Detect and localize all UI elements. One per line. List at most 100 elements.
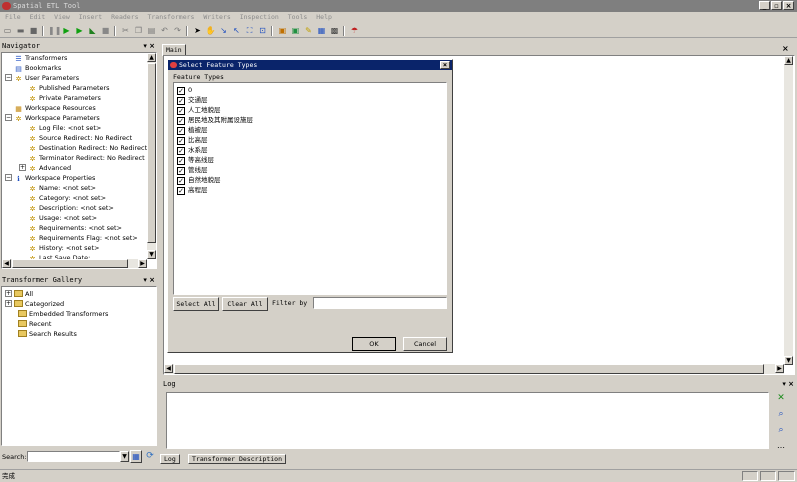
refresh-icon[interactable]: ⟳ bbox=[144, 450, 156, 463]
checkbox-checked[interactable]: ✓ bbox=[177, 87, 185, 95]
step-icon[interactable]: ▶ bbox=[74, 25, 85, 36]
cut-icon[interactable]: ✂ bbox=[120, 25, 131, 36]
connect-icon[interactable]: ↘ bbox=[218, 25, 229, 36]
main-close-icon[interactable]: × bbox=[782, 44, 789, 53]
inspect-icon[interactable]: ▦ bbox=[316, 25, 327, 36]
checkbox-checked[interactable]: ✓ bbox=[177, 97, 185, 105]
run-to-icon[interactable]: ◣ bbox=[87, 25, 98, 36]
tree-item-description[interactable]: ✲ Description: <not set> bbox=[28, 203, 114, 213]
find-icon[interactable]: ⌕ bbox=[774, 409, 788, 421]
tab-transformer-description[interactable]: Transformer Description bbox=[188, 454, 287, 464]
gallery-item-embedded[interactable]: Embedded Transformers bbox=[18, 309, 108, 319]
gallery-item-categorized[interactable]: Categorized bbox=[14, 299, 64, 309]
add-reader-icon[interactable]: ▣ bbox=[277, 25, 288, 36]
scroll-right-icon[interactable]: ▶ bbox=[775, 364, 784, 373]
checkbox-checked[interactable]: ✓ bbox=[177, 147, 185, 155]
menu-readers[interactable]: Readers bbox=[111, 12, 138, 23]
tab-log[interactable]: Log bbox=[160, 454, 180, 464]
navigator-vertical-scrollbar[interactable]: ▲ ▼ bbox=[147, 53, 156, 259]
annotation-icon[interactable]: ✎ bbox=[303, 25, 314, 36]
menu-file[interactable]: File bbox=[5, 12, 21, 23]
pause-icon[interactable]: ❚❚ bbox=[48, 25, 61, 36]
find-next-icon[interactable]: ⌕ bbox=[774, 425, 788, 437]
scroll-down-icon[interactable]: ▼ bbox=[147, 250, 156, 259]
collapse-toggle[interactable]: − bbox=[5, 114, 12, 121]
close-button[interactable]: × bbox=[783, 1, 794, 10]
menu-transformers[interactable]: Transformers bbox=[147, 12, 194, 23]
search-dropdown-icon[interactable]: ▼ bbox=[120, 451, 129, 462]
feature-item[interactable]: ✓ 自然地貌层 bbox=[177, 175, 221, 185]
open-icon[interactable]: ▬ bbox=[15, 25, 26, 36]
stop-icon[interactable]: ■ bbox=[100, 25, 111, 36]
feature-item[interactable]: ✓ 人工地貌层 bbox=[177, 105, 221, 115]
scroll-up-icon[interactable]: ▲ bbox=[147, 53, 156, 62]
tree-item-history[interactable]: ✲ History: <not set> bbox=[28, 243, 100, 253]
tree-item-category[interactable]: ✲ Category: <not set> bbox=[28, 193, 106, 203]
minimize-button[interactable]: _ bbox=[759, 1, 770, 10]
expand-toggle[interactable]: + bbox=[19, 164, 26, 171]
tree-item-source-redirect[interactable]: ✲ Source Redirect: No Redirect bbox=[28, 133, 133, 143]
expand-toggle[interactable]: + bbox=[5, 300, 12, 307]
tree-item-transformers[interactable]: ☰ Transformers bbox=[14, 53, 67, 63]
grid-icon[interactable]: ▩ bbox=[329, 25, 340, 36]
tree-item-bookmarks[interactable]: ▤ Bookmarks bbox=[14, 63, 61, 73]
menu-help[interactable]: Help bbox=[316, 12, 332, 23]
tree-item-destination-redirect[interactable]: ✲ Destination Redirect: No Redirect bbox=[28, 143, 148, 153]
scroll-up-icon[interactable]: ▲ bbox=[784, 56, 793, 65]
tree-item-workspace-resources[interactable]: ▦ Workspace Resources bbox=[14, 103, 96, 113]
feature-item[interactable]: ✓ 交通层 bbox=[177, 95, 208, 105]
checkbox-checked[interactable]: ✓ bbox=[177, 167, 185, 175]
menu-view[interactable]: View bbox=[54, 12, 70, 23]
feature-item[interactable]: ✓ 管线层 bbox=[177, 165, 208, 175]
cancel-button[interactable]: Cancel bbox=[403, 337, 447, 351]
new-icon[interactable]: ▭ bbox=[2, 25, 13, 36]
search-go-icon[interactable]: ▦ bbox=[130, 450, 142, 463]
checkbox-checked[interactable]: ✓ bbox=[177, 157, 185, 165]
ok-button[interactable]: OK bbox=[352, 337, 396, 351]
tree-item-workspace-properties[interactable]: ℹ Workspace Properties bbox=[14, 173, 95, 183]
feature-item[interactable]: ✓ 0 bbox=[177, 85, 192, 95]
gallery-item-recent[interactable]: Recent bbox=[18, 319, 51, 329]
expand-toggle[interactable]: + bbox=[5, 290, 12, 297]
scroll-thumb[interactable] bbox=[12, 259, 128, 268]
paste-icon[interactable]: ▤ bbox=[146, 25, 157, 36]
search-input[interactable] bbox=[27, 451, 120, 462]
log-pin-close[interactable]: ▾ × bbox=[782, 379, 794, 389]
dialog-close-icon[interactable]: × bbox=[440, 61, 450, 69]
help-icon[interactable]: ☂ bbox=[349, 25, 360, 36]
zoom-extent-icon[interactable]: ⛶ bbox=[244, 25, 255, 36]
redo-icon[interactable]: ↷ bbox=[172, 25, 183, 36]
feature-item[interactable]: ✓ 比高层 bbox=[177, 135, 208, 145]
menu-writers[interactable]: Writers bbox=[203, 12, 230, 23]
feature-item[interactable]: ✓ 植被层 bbox=[177, 125, 208, 135]
checkbox-checked[interactable]: ✓ bbox=[177, 137, 185, 145]
feature-item[interactable]: ✓ 水系层 bbox=[177, 145, 208, 155]
tree-item-usage[interactable]: ✲ Usage: <not set> bbox=[28, 213, 97, 223]
tree-item-name[interactable]: ✲ Name: <not set> bbox=[28, 183, 96, 193]
checkbox-checked[interactable]: ✓ bbox=[177, 177, 185, 185]
canvas-horizontal-scrollbar[interactable]: ◀ ▶ bbox=[164, 364, 784, 374]
scroll-thumb[interactable] bbox=[147, 63, 156, 243]
scroll-left-icon[interactable]: ◀ bbox=[164, 364, 173, 373]
tree-item-log-file[interactable]: ✲ Log File: <not set> bbox=[28, 123, 102, 133]
tree-item-published-parameters[interactable]: ✲ Published Parameters bbox=[28, 83, 110, 93]
more-icon[interactable]: … bbox=[774, 441, 788, 451]
filter-input[interactable] bbox=[313, 297, 447, 309]
menu-edit[interactable]: Edit bbox=[30, 12, 46, 23]
gallery-item-all[interactable]: All bbox=[14, 289, 33, 299]
tree-item-requirements[interactable]: ✲ Requirements: <not set> bbox=[28, 223, 122, 233]
copy-icon[interactable]: ❐ bbox=[133, 25, 144, 36]
navigator-horizontal-scrollbar[interactable]: ◀ ▶ bbox=[2, 259, 147, 268]
menu-inspection[interactable]: Inspection bbox=[240, 12, 279, 23]
tree-item-requirements-flag[interactable]: ✲ Requirements Flag: <not set> bbox=[28, 233, 138, 243]
checkbox-checked[interactable]: ✓ bbox=[177, 127, 185, 135]
save-icon[interactable]: ■ bbox=[28, 25, 39, 36]
menu-tools[interactable]: Tools bbox=[288, 12, 308, 23]
run-icon[interactable]: ▶ bbox=[61, 25, 72, 36]
scroll-right-icon[interactable]: ▶ bbox=[138, 259, 147, 268]
pan-hand-icon[interactable]: ✋ bbox=[205, 25, 216, 36]
tree-item-terminator-redirect[interactable]: ✲ Terminator Redirect: No Redirect bbox=[28, 153, 145, 163]
pointer-icon[interactable]: ➤ bbox=[192, 25, 203, 36]
canvas-vertical-scrollbar[interactable]: ▲ ▼ bbox=[784, 56, 793, 365]
checkbox-checked[interactable]: ✓ bbox=[177, 117, 185, 125]
